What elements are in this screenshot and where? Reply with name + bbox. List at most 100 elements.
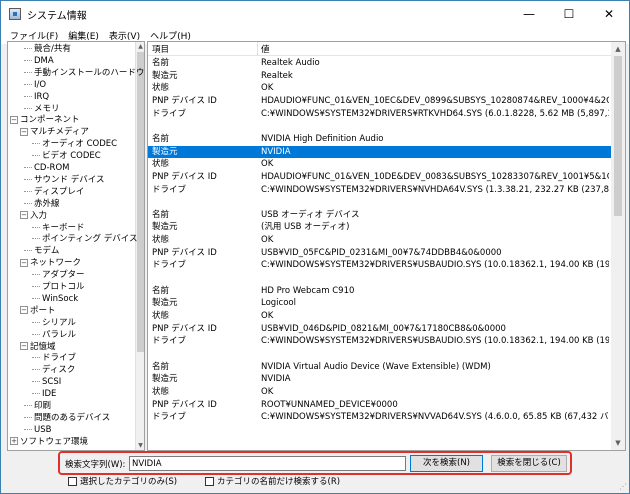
- tree-item[interactable]: 問題のあるデバイス: [24, 412, 110, 424]
- tree-item[interactable]: − コンポーネント: [10, 114, 80, 126]
- tree-item[interactable]: IDE: [32, 388, 56, 400]
- table-row[interactable]: ドライブ C:¥WINDOWS¥SYSTEM32¥DRIVERS¥RTKVHD64…: [148, 108, 611, 121]
- tree-item[interactable]: ビデオ CODEC: [32, 150, 101, 162]
- tree-item[interactable]: 印刷: [24, 400, 51, 412]
- tree-item[interactable]: − ネットワーク: [20, 257, 81, 269]
- tree-scrollbar[interactable]: ▲ ▼: [135, 42, 144, 450]
- details-scroll-thumb[interactable]: [614, 56, 622, 216]
- table-row[interactable]: [148, 196, 611, 209]
- table-row[interactable]: 状態 OK: [148, 82, 611, 95]
- tree-item[interactable]: IRQ: [24, 91, 49, 103]
- table-row[interactable]: PNP デバイス ID ROOT¥UNNAMED_DEVICE¥0000: [148, 399, 611, 412]
- collapse-icon[interactable]: −: [20, 211, 28, 220]
- table-row[interactable]: 製造元 NVIDIA: [148, 145, 611, 159]
- table-row[interactable]: 製造元 NVIDIA: [148, 373, 611, 386]
- only-selected-category-checkbox[interactable]: [68, 476, 77, 486]
- tree-item[interactable]: 競合/共有: [24, 43, 71, 55]
- row-value-cell: HD Pro Webcam C910: [261, 285, 355, 296]
- table-row[interactable]: 状態 OK: [148, 234, 611, 247]
- tree-scroll-down-icon[interactable]: ▼: [136, 441, 144, 450]
- tree-item[interactable]: USB: [24, 424, 51, 436]
- details-scrollbar[interactable]: ▲ ▼: [611, 42, 625, 450]
- table-row[interactable]: ドライブ C:¥WINDOWS¥SYSTEM32¥DRIVERS¥USBAUDIO…: [148, 259, 611, 272]
- collapse-icon[interactable]: −: [20, 342, 28, 350]
- category-names-only-option[interactable]: カテゴリの名前だけ検索する(R): [205, 475, 340, 487]
- tree-item[interactable]: プロトコル: [32, 281, 85, 293]
- collapse-icon[interactable]: −: [20, 258, 28, 267]
- table-row[interactable]: ドライブ C:¥WINDOWS¥SYSTEM32¥DRIVERS¥USBAUDIO…: [148, 335, 611, 348]
- table-row[interactable]: 名前 NVIDIA Virtual Audio Device (Wave Exte…: [148, 361, 611, 374]
- table-row[interactable]: 状態 OK: [148, 386, 611, 399]
- close-find-button[interactable]: 検索を閉じる(C): [491, 455, 567, 472]
- tree-item[interactable]: I/O: [24, 79, 46, 91]
- tree-item[interactable]: ディスプレイ: [24, 186, 84, 198]
- tree-item[interactable]: モデム: [24, 245, 59, 257]
- tree-item[interactable]: オーディオ CODEC: [32, 138, 117, 150]
- column-value-header[interactable]: 値: [261, 43, 270, 55]
- row-item-cell: 状態: [152, 235, 170, 246]
- tree-item[interactable]: + ソフトウェア環境: [10, 436, 88, 448]
- table-row[interactable]: PNP デバイス ID USB¥VID_046D&PID_0821&MI_00¥7…: [148, 323, 611, 336]
- row-item-cell: 製造元: [152, 222, 178, 233]
- maximize-button[interactable]: ☐: [549, 1, 589, 27]
- table-row[interactable]: 名前 HD Pro Webcam C910: [148, 285, 611, 298]
- tree-item[interactable]: SCSI: [32, 376, 61, 388]
- table-row[interactable]: [148, 348, 611, 361]
- tree-item[interactable]: − ポート: [20, 305, 56, 317]
- expand-icon[interactable]: +: [10, 437, 18, 446]
- minimize-button[interactable]: —: [509, 1, 549, 27]
- tree-item[interactable]: 手動インストールのハードウェア: [24, 67, 144, 79]
- tree-scroll-thumb[interactable]: [137, 52, 144, 352]
- table-row[interactable]: PNP デバイス ID HDAUDIO¥FUNC_01&VEN_10EC&DEV_…: [148, 95, 611, 108]
- tree-item[interactable]: CD-ROM: [24, 162, 69, 174]
- tree-connector-line: [24, 95, 32, 97]
- table-row[interactable]: 名前 NVIDIA High Definition Audio: [148, 133, 611, 146]
- table-row[interactable]: ドライブ C:¥WINDOWS¥SYSTEM32¥DRIVERS¥NVHDA64V…: [148, 184, 611, 197]
- tree-item[interactable]: パラレル: [32, 329, 76, 341]
- table-row[interactable]: [148, 120, 611, 133]
- table-row[interactable]: 名前 Realtek Audio: [148, 57, 611, 70]
- table-row[interactable]: 製造元 Logicool: [148, 297, 611, 310]
- tree-item[interactable]: メモリ: [24, 103, 60, 115]
- table-row[interactable]: [148, 272, 611, 285]
- collapse-icon[interactable]: −: [20, 306, 28, 315]
- tree-item[interactable]: 赤外線: [24, 198, 60, 210]
- tree-item[interactable]: アダプター: [32, 269, 85, 281]
- tree-item[interactable]: − 記憶域: [20, 341, 56, 353]
- details-scroll-down-icon[interactable]: ▼: [611, 436, 625, 450]
- tree-item[interactable]: シリアル: [32, 317, 76, 329]
- table-row[interactable]: 状態 OK: [148, 310, 611, 323]
- table-row[interactable]: PNP デバイス ID HDAUDIO¥FUNC_01&VEN_10DE&DEV_…: [148, 171, 611, 184]
- tree-item[interactable]: サウンド デバイス: [24, 174, 104, 186]
- table-row[interactable]: 製造元 (汎用 USB オーディオ): [148, 221, 611, 234]
- details-list[interactable]: 項目 値 ▲ ▼ 名前 Realtek Audio 製造元 Realtek 状態 OK PN…: [147, 41, 626, 451]
- table-row[interactable]: 名前 USB オーディオ デバイス: [148, 209, 611, 222]
- category-names-only-checkbox[interactable]: [205, 476, 214, 486]
- tree-item[interactable]: DMA: [24, 55, 54, 67]
- collapse-icon[interactable]: −: [20, 127, 28, 136]
- column-item-header[interactable]: 項目: [152, 43, 169, 55]
- search-input[interactable]: [129, 456, 406, 471]
- tree-item[interactable]: WinSock: [32, 293, 78, 305]
- table-row[interactable]: 製造元 Realtek: [148, 70, 611, 83]
- table-row[interactable]: ドライブ C:¥WINDOWS¥SYSTEM32¥DRIVERS¥NVVAD64V…: [148, 411, 611, 424]
- tree-item[interactable]: − 入力: [20, 210, 47, 222]
- tree-item[interactable]: ポインティング デバイス: [32, 233, 137, 245]
- tree-item[interactable]: − マルチメディア: [20, 126, 89, 138]
- close-button[interactable]: ✕: [589, 1, 629, 27]
- tree-item[interactable]: ディスク: [32, 364, 75, 376]
- tree-scroll-up-icon[interactable]: ▲: [136, 42, 144, 51]
- column-divider[interactable]: [257, 42, 258, 56]
- tree-item[interactable]: キーボード: [32, 222, 85, 234]
- table-row[interactable]: PNP デバイス ID USB¥VID_05FC&PID_0231&MI_00¥7…: [148, 247, 611, 260]
- collapse-icon[interactable]: −: [10, 115, 18, 124]
- find-next-button[interactable]: 次を検索(N): [410, 455, 483, 472]
- title-bar[interactable]: システム情報 — ☐ ✕: [1, 1, 629, 27]
- category-tree[interactable]: ▲ ▼ 競合/共有DMA手動インストールのハードウェアI/OIRQメモリ−コンポ…: [7, 41, 145, 451]
- row-value-cell: USB¥VID_05FC&PID_0231&MI_00¥7&74DDBB4&0&…: [261, 247, 502, 258]
- table-row[interactable]: 状態 OK: [148, 158, 611, 171]
- tree-item[interactable]: ドライブ: [32, 352, 76, 364]
- details-scroll-up-icon[interactable]: ▲: [611, 42, 625, 56]
- only-selected-category-option[interactable]: 選択したカテゴリのみ(S): [68, 475, 177, 487]
- resize-grip-icon[interactable]: ⋰: [619, 482, 627, 491]
